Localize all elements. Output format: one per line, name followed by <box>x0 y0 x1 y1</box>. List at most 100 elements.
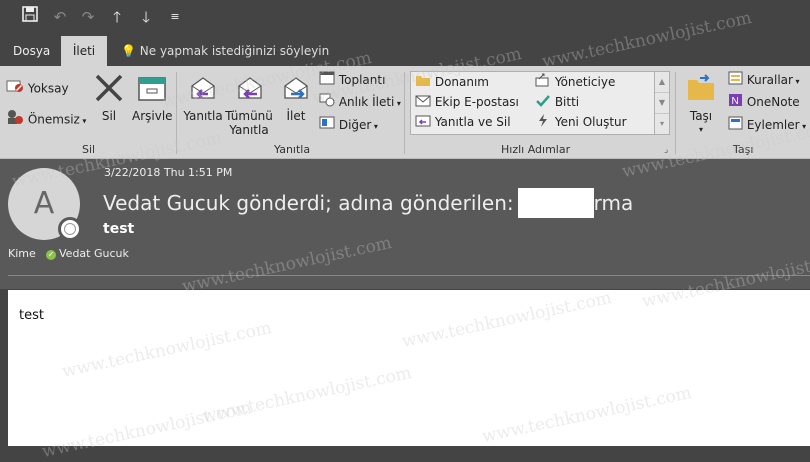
tasi-group-label: Taşı <box>733 143 754 156</box>
quick-step-label: Donanım <box>434 75 489 89</box>
tab-ileti[interactable]: İleti <box>61 36 107 66</box>
quick-step-label: Bitti <box>554 95 580 109</box>
diger-button[interactable]: Diğer ▾ <box>319 115 378 135</box>
message-subject: test <box>103 221 135 237</box>
meeting-icon <box>319 70 335 91</box>
tumunu-yanitla-button[interactable]: Tümünü Yanıtla <box>224 74 274 137</box>
undo-icon[interactable]: ↶ <box>49 6 71 28</box>
check-icon: ✓ <box>46 250 56 260</box>
kurallar-label: Kurallar <box>746 73 793 87</box>
message-body[interactable]: test <box>8 290 810 446</box>
lightning-icon <box>535 113 551 133</box>
im-icon <box>319 92 335 113</box>
ilet-button[interactable]: İlet <box>278 74 314 123</box>
hizli-adimlar-group-label: Hızlı Adımlar <box>501 143 571 156</box>
rules-icon <box>728 71 743 91</box>
save-icon[interactable] <box>19 6 41 28</box>
tasi-button[interactable]: Taşı ▾ <box>682 74 720 137</box>
onenote-button[interactable]: N OneNote <box>728 92 800 112</box>
quick-step-ekip-eposta[interactable]: Ekip E-postası <box>415 92 519 112</box>
toplanti-label: Toplantı <box>338 73 386 87</box>
arsivle-label: Arşivle <box>132 109 173 123</box>
group-divider <box>675 72 676 154</box>
arsivle-button[interactable]: Arşivle <box>132 74 173 123</box>
tasi-label: Taşı <box>689 109 713 123</box>
team-email-icon <box>415 93 431 113</box>
chevron-down-icon: ▾ <box>79 116 87 126</box>
quick-steps-scrollbar[interactable]: ▲ ▼ ▾ <box>654 72 669 134</box>
yoksay-label: Yoksay <box>27 81 69 96</box>
group-divider <box>404 72 405 154</box>
delete-x-icon <box>92 74 126 105</box>
header-divider <box>8 275 810 276</box>
chevron-down-icon: ▾ <box>394 99 401 108</box>
redaction-box <box>517 188 594 218</box>
move-folder-icon <box>682 74 720 105</box>
sender-suffix: rma <box>593 191 634 215</box>
toplanti-button[interactable]: Toplantı <box>319 70 385 90</box>
eylemler-label: Eylemler <box>746 118 800 132</box>
tab-dosya[interactable]: Dosya <box>13 36 50 66</box>
kurallar-button[interactable]: Kurallar ▾ <box>728 70 800 90</box>
tumunu-label-2: Yanıtla <box>229 123 269 137</box>
sil-label: Sil <box>101 109 117 123</box>
quick-step-bitti[interactable]: Bitti <box>535 92 579 112</box>
yanitla-group-label: Yanıtla <box>274 143 311 156</box>
quick-step-label: Yöneticiye <box>554 75 616 89</box>
yanitla-button[interactable]: Yanıtla <box>182 74 224 123</box>
reply-all-icon <box>224 74 274 105</box>
folder-icon <box>415 73 431 93</box>
anlik-ileti-label: Anlık İleti <box>338 95 395 109</box>
scroll-down-icon[interactable]: ▼ <box>655 93 669 114</box>
quick-step-yoneticiye[interactable]: Yöneticiye <box>535 72 615 92</box>
sender-line: Vedat Gucuk gönderdi; adına gönderilen: r… <box>103 188 633 218</box>
more-icon <box>319 115 335 136</box>
message-header: A 3/22/2018 Thu 1:51 PM Vedat Gucuk gönd… <box>0 159 810 289</box>
expand-gallery-icon[interactable]: ▾ <box>655 114 669 134</box>
quick-step-yeni-olustur[interactable]: Yeni Oluştur <box>535 112 627 132</box>
eylemler-button[interactable]: Eylemler ▾ <box>728 115 806 135</box>
sender-text: Vedat Gucuk gönderdi; adına gönderilen: <box>103 191 514 215</box>
chevron-down-icon: ▾ <box>371 122 378 131</box>
quick-step-label: Yeni Oluştur <box>554 115 627 129</box>
onemsiz-label: Önemsiz <box>27 112 80 127</box>
reply-delete-icon <box>415 113 431 133</box>
tell-me-box[interactable]: 💡 Ne yapmak istediğinizi söyleyin <box>121 36 329 66</box>
onenote-label: OneNote <box>746 95 800 109</box>
tell-me-label: Ne yapmak istediğinizi söyleyin <box>139 44 330 58</box>
presence-status-icon <box>58 217 82 241</box>
chevron-down-icon: ▾ <box>792 77 800 86</box>
customize-icon[interactable]: ≡ <box>164 6 186 28</box>
chevron-down-icon: ▾ <box>799 122 807 131</box>
body-text: test <box>19 308 44 323</box>
forward-icon <box>278 74 314 105</box>
actions-icon <box>728 116 743 136</box>
group-divider <box>176 72 177 154</box>
yanitla-label: Yanıtla <box>183 109 223 123</box>
to-manager-icon <box>535 73 551 93</box>
quick-step-label: Ekip E-postası <box>434 95 519 109</box>
onemsiz-button[interactable]: Önemsiz ▾ <box>6 109 86 129</box>
scroll-up-icon[interactable]: ▲ <box>655 72 669 93</box>
ribbon-tabs: Dosya İleti 💡 Ne yapmak istediğinizi söy… <box>0 36 810 66</box>
quick-step-donanim[interactable]: Donanım <box>415 72 489 92</box>
dialog-launcher-icon[interactable]: ⌟ <box>664 145 668 155</box>
arrow-down-icon[interactable]: 🡓 <box>135 6 157 28</box>
recipient[interactable]: ✓ Vedat Gucuk <box>46 247 129 260</box>
anlik-ileti-button[interactable]: Anlık İleti ▾ <box>319 92 401 112</box>
to-label: Kime <box>8 247 36 260</box>
lightbulb-icon: 💡 <box>121 44 136 58</box>
onenote-icon: N <box>728 93 743 113</box>
archive-icon <box>132 74 172 105</box>
quick-step-yanitla-ve-sil[interactable]: Yanıtla ve Sil <box>415 112 511 132</box>
quick-step-label: Yanıtla ve Sil <box>434 115 511 129</box>
diger-label: Diğer <box>338 118 372 132</box>
sil-button[interactable]: Sil <box>92 74 126 123</box>
yoksay-button[interactable]: Yoksay <box>6 78 69 98</box>
ilet-label: İlet <box>286 109 306 123</box>
arrow-up-icon[interactable]: 🡑 <box>106 6 128 28</box>
redo-icon[interactable]: ↷ <box>77 6 99 28</box>
message-date: 3/22/2018 Thu 1:51 PM <box>104 166 233 179</box>
checkmark-icon <box>535 93 551 113</box>
tumunu-label-1: Tümünü <box>225 109 273 123</box>
